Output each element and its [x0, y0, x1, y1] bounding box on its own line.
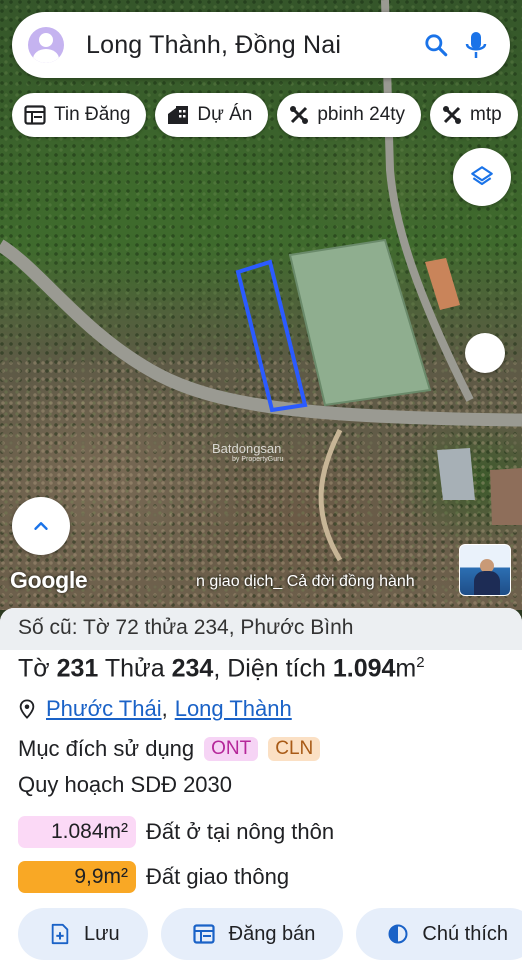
- add-file-icon: [51, 923, 69, 945]
- action-buttons: Lưu Đăng bán Chú thích: [18, 908, 522, 960]
- search-icon[interactable]: [416, 25, 456, 65]
- planning-description: Đất giao thông: [146, 864, 290, 889]
- planning-description: Đất ở tại nông thôn: [146, 819, 335, 844]
- location-pin-icon: [19, 699, 35, 719]
- save-button[interactable]: Lưu: [18, 908, 148, 960]
- tools-icon: [443, 106, 462, 124]
- sheet-number: 231: [56, 654, 99, 683]
- planning-area-badge: 1.084m²: [18, 816, 136, 848]
- google-logo: Google: [10, 567, 88, 593]
- chip-pbinh[interactable]: pbinh 24ty: [277, 93, 422, 137]
- chip-label: Tin Đăng: [54, 104, 131, 125]
- planning-title: Quy hoạch SDĐ 2030: [18, 772, 233, 797]
- chip-label: pbinh 24ty: [317, 104, 406, 125]
- shed-roof: [425, 258, 460, 310]
- building-roof-2: [490, 468, 522, 525]
- listing-icon: [193, 924, 215, 944]
- planning-row: 9,9m² Đất giao thông: [18, 861, 289, 893]
- parcel-summary: Tờ 231 Thửa 234, Diện tích 1.094m2: [18, 654, 425, 683]
- batdongsan-watermark: Batdongsan by PropertyGuru: [212, 441, 284, 463]
- map-control-button[interactable]: [465, 333, 505, 373]
- microphone-icon[interactable]: [456, 25, 496, 65]
- chip-label: Dự Án: [197, 104, 253, 125]
- chip-du-an[interactable]: Dự Án: [155, 93, 269, 137]
- satellite-map[interactable]: Batdongsan by PropertyGuru Long Thành, Đ…: [0, 0, 522, 610]
- ward-link[interactable]: Phước Thái: [46, 696, 162, 722]
- building-roof: [437, 448, 475, 500]
- building-icon: [168, 106, 189, 124]
- contrast-icon: [388, 924, 408, 944]
- area-value: 1.094: [332, 654, 396, 683]
- planning-row: 1.084m² Đất ở tại nông thôn: [18, 816, 334, 848]
- plot-number: 234: [171, 654, 214, 683]
- layers-icon: [471, 166, 493, 186]
- planning-area-badge: 9,9m²: [18, 861, 136, 893]
- layers-button[interactable]: [453, 148, 511, 206]
- filter-chips: Tin Đăng Dự Án pbinh 24ty mtp: [12, 93, 518, 137]
- marquee-text: n giao dịch_ Cả đời đồng hành: [196, 573, 415, 590]
- profile-avatar[interactable]: [28, 27, 64, 63]
- land-use-tag-cln: CLN: [268, 737, 321, 761]
- chip-mtp[interactable]: mtp: [430, 93, 518, 137]
- chevron-up-icon: [34, 522, 48, 530]
- land-use-tag-ont: ONT: [204, 737, 259, 761]
- map-overlay: [0, 0, 522, 562]
- listing-icon: [24, 105, 46, 125]
- search-bar[interactable]: Long Thành, Đồng Nai: [12, 12, 510, 78]
- legend-button[interactable]: Chú thích: [356, 908, 522, 960]
- agent-avatar-thumbnail[interactable]: [459, 544, 511, 596]
- location-row: Phước Thái, Long Thành: [18, 696, 292, 722]
- expand-up-button[interactable]: [12, 497, 70, 555]
- district-link[interactable]: Long Thành: [175, 696, 292, 722]
- parcel-outline: [235, 259, 308, 413]
- chip-tin-dang[interactable]: Tin Đăng: [12, 93, 147, 137]
- land-use-row: Mục đích sử dụng ONT CLN: [18, 736, 321, 762]
- search-query[interactable]: Long Thành, Đồng Nai: [86, 31, 416, 60]
- tools-icon: [290, 106, 309, 124]
- post-for-sale-button[interactable]: Đăng bán: [160, 908, 344, 960]
- chip-label: mtp: [470, 104, 502, 125]
- old-record: Số cũ: Tờ 72 thửa 234, Phước Bình: [0, 608, 522, 650]
- dirt-track: [318, 428, 343, 562]
- parcel-info-sheet: Số cũ: Tờ 72 thửa 234, Phước Bình Tờ 231…: [0, 608, 522, 960]
